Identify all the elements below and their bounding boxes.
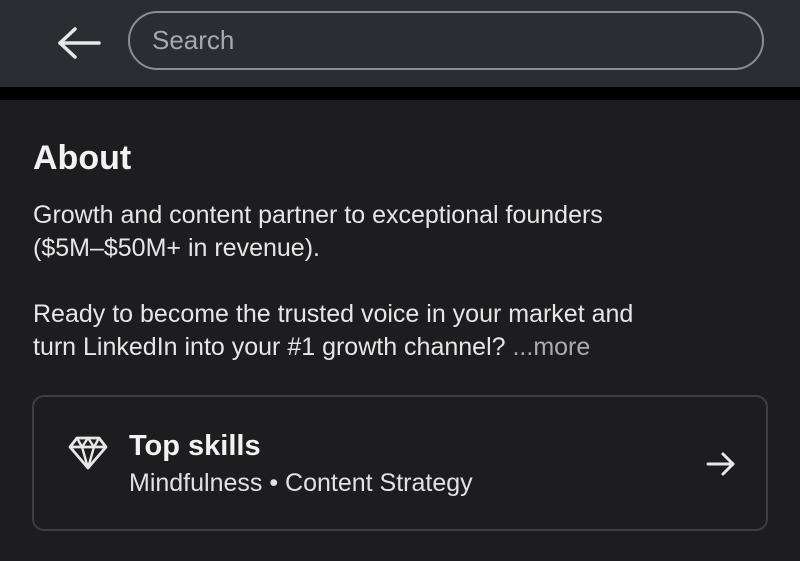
header-divider [0, 87, 800, 100]
about-line: ($5M–$50M+ in revenue). [33, 234, 320, 262]
diamond-icon [68, 436, 108, 470]
section-title: About [33, 139, 132, 177]
top-bar [0, 0, 800, 87]
top-skills-card[interactable]: Top skills Mindfulness • Content Strateg… [32, 395, 768, 531]
arrow-left-icon [58, 27, 101, 59]
top-skills-title: Top skills [129, 430, 261, 462]
see-more-link[interactable]: ...more [512, 333, 590, 361]
top-skills-list: Mindfulness • Content Strategy [129, 469, 473, 497]
about-line: Ready to become the trusted voice in you… [33, 300, 634, 328]
back-button[interactable] [52, 20, 106, 66]
about-line: turn LinkedIn into your #1 growth channe… [33, 333, 513, 361]
search-input[interactable] [152, 25, 762, 56]
search-bar[interactable] [128, 11, 764, 70]
arrow-right-icon[interactable] [706, 449, 736, 479]
about-line: Growth and content partner to exceptiona… [33, 201, 603, 229]
about-section: About Growth and content partner to exce… [0, 100, 800, 561]
about-paragraph-2: Ready to become the trusted voice in you… [33, 298, 773, 364]
about-paragraph-1: Growth and content partner to exceptiona… [33, 199, 773, 265]
